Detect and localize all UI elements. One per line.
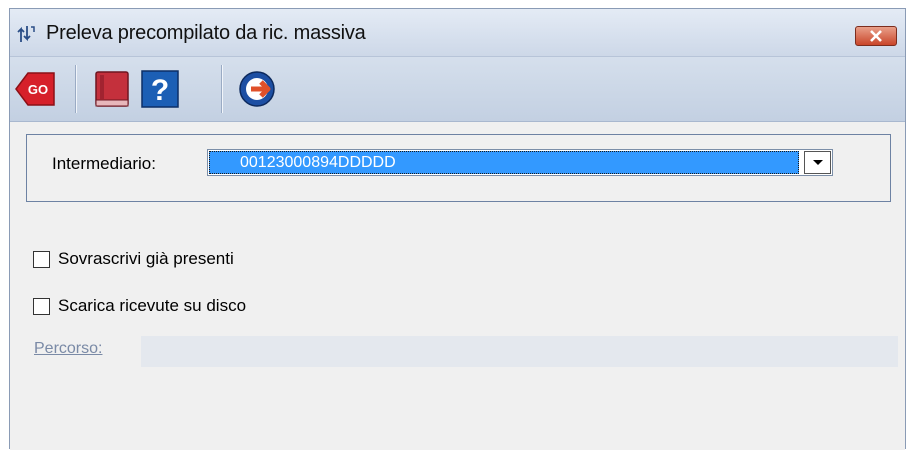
exit-button[interactable] [235,67,279,111]
go-icon-text: GO [28,82,48,97]
toolbar-separator [221,65,223,113]
title-bar[interactable]: Preleva precompilato da ric. massiva [10,9,905,57]
dialog-content: Intermediario: 00123000894DDDDD Sovrascr… [10,122,905,450]
window-title: Preleva precompilato da ric. massiva [46,22,366,44]
close-button[interactable] [855,26,897,46]
overwrite-checkbox[interactable] [33,250,50,268]
dropdown-button[interactable] [804,151,831,174]
help-icon-text: ? [151,74,169,107]
percorso-field[interactable] [141,336,898,367]
percorso-label: Percorso: [34,340,103,357]
exit-icon [239,71,275,107]
overwrite-label[interactable]: Sovrascrivi già presenti [58,249,234,269]
book-button[interactable] [90,67,134,111]
intermediario-select[interactable]: 00123000894DDDDD [207,149,833,176]
download-checkbox-row[interactable]: Scarica ricevute su disco [33,296,246,316]
intermediario-label: Intermediario: [52,154,156,173]
download-label[interactable]: Scarica ricevute su disco [58,296,246,316]
help-button[interactable]: ? [138,67,182,111]
transfer-arrows-icon [17,26,35,42]
toolbar: GO ? [10,57,905,122]
intermediario-value[interactable]: 00123000894DDDDD [209,151,799,174]
download-checkbox[interactable] [33,297,50,315]
go-button[interactable]: GO [14,67,58,111]
book-icon [95,71,129,107]
close-icon [870,30,882,42]
dialog-window: Preleva precompilato da ric. massiva GO [9,8,906,450]
help-icon: ? [141,70,179,108]
overwrite-checkbox-row[interactable]: Sovrascrivi già presenti [33,249,234,269]
toolbar-separator [75,65,77,113]
intermediario-group: Intermediario: 00123000894DDDDD [26,134,891,202]
chevron-down-icon [812,160,823,165]
go-icon: GO [15,72,55,106]
